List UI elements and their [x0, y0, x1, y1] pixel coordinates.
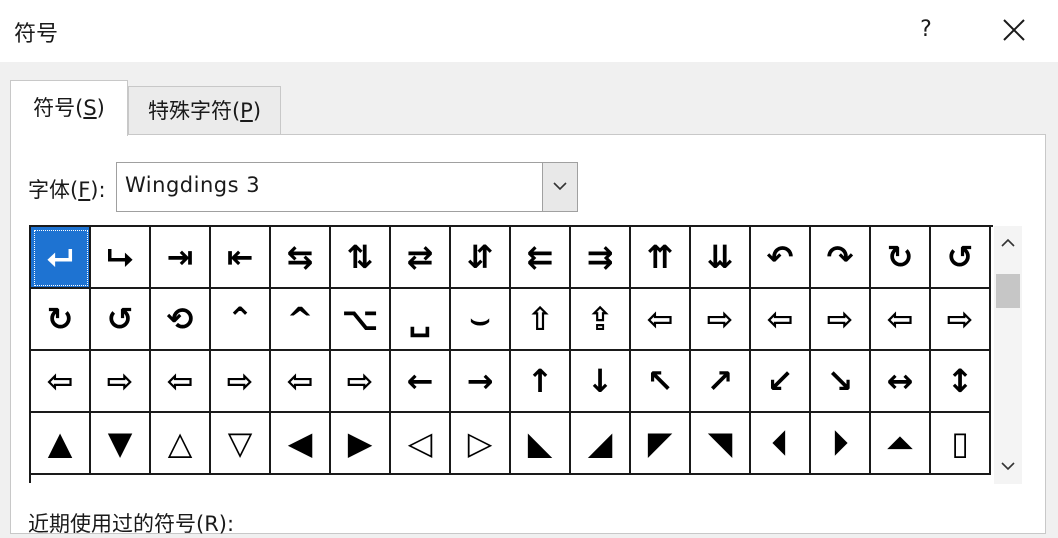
symbol-cell[interactable]: ⌣: [451, 289, 511, 351]
symbol-cell[interactable]: ⮡: [91, 227, 151, 289]
symbol-cell[interactable]: ↷: [811, 227, 871, 289]
symbol-cell[interactable]: ↕: [931, 351, 991, 413]
chevron-down-icon: [553, 182, 567, 191]
symbol-cell[interactable]: ▼: [91, 413, 151, 475]
symbol-cell[interactable]: ⇨: [211, 351, 271, 413]
symbol-cell[interactable]: ◥: [691, 413, 751, 475]
symbol-cell[interactable]: ⏴: [751, 413, 811, 475]
symbol-cell[interactable]: ↘: [811, 351, 871, 413]
symbol-cell[interactable]: ⇨: [931, 289, 991, 351]
symbol-cell[interactable]: ↔: [871, 351, 931, 413]
symbol-cell[interactable]: ⟲: [151, 289, 211, 351]
symbol-cell[interactable]: ⇈: [631, 227, 691, 289]
tab-symbols-suffix: ): [96, 96, 105, 120]
symbol-cell[interactable]: ⇦: [271, 351, 331, 413]
font-label: 字体(F):: [28, 174, 106, 204]
tab-special-suffix: ): [252, 99, 262, 123]
symbol-cell[interactable]: ↶: [751, 227, 811, 289]
symbol-cell[interactable]: ↓: [571, 351, 631, 413]
symbol-cell[interactable]: ▷: [451, 413, 511, 475]
symbol-cell[interactable]: ▽: [211, 413, 271, 475]
recent-symbols-label: 近期使用过的符号(R):: [28, 512, 235, 536]
tab-special-prefix: 特殊字符(: [147, 99, 241, 123]
chevron-up-icon: [1001, 238, 1015, 247]
tab-symbols-prefix: 符号(: [33, 96, 84, 120]
symbol-cell[interactable]: ^: [271, 289, 331, 351]
symbol-cell[interactable]: ⇅: [331, 227, 391, 289]
symbol-cell[interactable]: ↺: [931, 227, 991, 289]
tab-symbols[interactable]: 符号(S): [10, 80, 128, 136]
help-button[interactable]: ?: [906, 8, 946, 52]
symbol-cell[interactable]: ⏵: [811, 413, 871, 475]
symbol-cell[interactable]: ↙: [751, 351, 811, 413]
symbol-cell[interactable]: ⌥: [331, 289, 391, 351]
symbol-cell[interactable]: ⏶: [871, 413, 931, 475]
symbol-cell[interactable]: ↻: [31, 289, 91, 351]
symbol-cell[interactable]: ◢: [571, 413, 631, 475]
tab-special-characters[interactable]: 特殊字符(P): [128, 86, 281, 134]
scroll-thumb[interactable]: [996, 274, 1020, 308]
symbol-cell[interactable]: ⇨: [691, 289, 751, 351]
symbol-cell[interactable]: ◣: [511, 413, 571, 475]
symbol-cell[interactable]: ↗: [691, 351, 751, 413]
symbol-cell[interactable]: ⇇: [511, 227, 571, 289]
symbol-cell[interactable]: ⇨: [91, 351, 151, 413]
symbol-cell[interactable]: ⮠: [31, 227, 91, 289]
symbol-cell[interactable]: △: [151, 413, 211, 475]
symbol-cell[interactable]: ⇧: [511, 289, 571, 351]
close-icon: [1003, 19, 1025, 41]
symbol-cell[interactable]: ▯: [931, 413, 991, 475]
symbol-cell[interactable]: ␣: [391, 289, 451, 351]
symbol-cell[interactable]: ↻: [871, 227, 931, 289]
symbol-cell[interactable]: ⇪: [571, 289, 631, 351]
symbol-cell[interactable]: ↑: [511, 351, 571, 413]
font-label-suffix: ):: [90, 178, 106, 202]
title-bar: 符号 ?: [0, 0, 1058, 62]
symbol-cell[interactable]: ⇄: [391, 227, 451, 289]
symbol-cell[interactable]: ⇆: [271, 227, 331, 289]
symbol-cell[interactable]: ⌃: [211, 289, 271, 351]
symbol-cell[interactable]: ⇊: [691, 227, 751, 289]
symbol-cell[interactable]: ⇦: [631, 289, 691, 351]
symbol-cell[interactable]: ⇦: [151, 351, 211, 413]
symbol-cell[interactable]: ⇉: [571, 227, 631, 289]
symbol-cell[interactable]: ⇦: [751, 289, 811, 351]
font-select[interactable]: Wingdings 3: [116, 162, 578, 212]
symbol-cell[interactable]: ←: [391, 351, 451, 413]
symbol-cell[interactable]: ▶: [331, 413, 391, 475]
symbol-cell[interactable]: ◀: [271, 413, 331, 475]
font-select-value: Wingdings 3: [125, 173, 261, 197]
dialog-title: 符号: [14, 22, 59, 47]
symbol-cell[interactable]: ⇨: [331, 351, 391, 413]
font-label-accel: F: [78, 178, 91, 202]
symbol-cell[interactable]: ◁: [391, 413, 451, 475]
symbol-cell[interactable]: ↖: [631, 351, 691, 413]
tab-special-accel: P: [240, 99, 253, 123]
scroll-down-button[interactable]: [994, 454, 1022, 482]
close-button[interactable]: [990, 8, 1038, 52]
tab-symbols-accel: S: [83, 96, 97, 120]
symbol-cell[interactable]: ⇥: [151, 227, 211, 289]
symbol-cell[interactable]: ⇤: [211, 227, 271, 289]
symbol-cell[interactable]: →: [451, 351, 511, 413]
symbol-cell[interactable]: ⇵: [451, 227, 511, 289]
symbol-cell[interactable]: ⇨: [811, 289, 871, 351]
symbol-grid-scrollbar[interactable]: [994, 226, 1022, 484]
font-label-prefix: 字体(: [28, 178, 79, 202]
symbol-cell[interactable]: ↺: [91, 289, 151, 351]
symbol-cell[interactable]: ◤: [631, 413, 691, 475]
symbol-grid-cells: ⮠ ⮡ ⇥ ⇤ ⇆ ⇅ ⇄ ⇵ ⇇ ⇉ ⇈ ⇊ ↶ ↷ ↻ ↺ ↻ ↺ ⟲ ⌃ ^ ⌥ ␣ ⌣ ⇧ ⇪ ⇦ ⇨ ⇦ ⇨ ⇦ ⇨ ⇦ ⇨ ⇦ ⇨ ⇦ ⇨ ← →…: [31, 227, 991, 475]
symbol-cell[interactable]: ▲: [31, 413, 91, 475]
font-dropdown-button[interactable]: [542, 163, 577, 211]
symbol-grid: ⮠ ⮡ ⇥ ⇤ ⇆ ⇅ ⇄ ⇵ ⇇ ⇉ ⇈ ⇊ ↶ ↷ ↻ ↺ ↻ ↺ ⟲ ⌃ ^ ⌥ ␣ ⌣ ⇧ ⇪ ⇦ ⇨ ⇦ ⇨ ⇦ ⇨ ⇦ ⇨ ⇦ ⇨ ⇦ ⇨ ← →…: [29, 225, 993, 483]
chevron-down-icon: [1001, 462, 1015, 471]
scroll-up-button[interactable]: [994, 230, 1022, 258]
symbol-cell[interactable]: ⇦: [871, 289, 931, 351]
symbol-cell[interactable]: ⇦: [31, 351, 91, 413]
